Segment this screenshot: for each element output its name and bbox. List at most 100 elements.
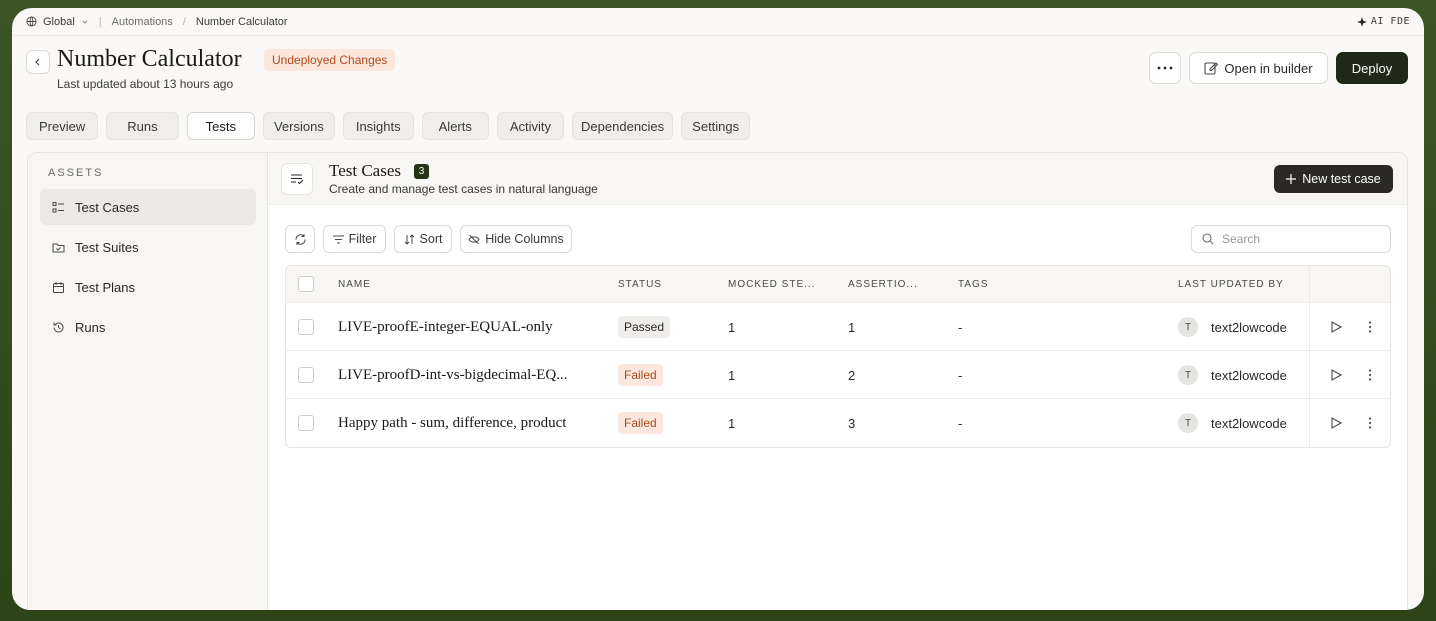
column-header-assertions[interactable]: ASSERTIO... bbox=[848, 279, 918, 290]
tab-dependencies[interactable]: Dependencies bbox=[572, 112, 674, 140]
table-row[interactable]: Happy path - sum, difference, product Fa… bbox=[286, 399, 1390, 447]
calendar-icon bbox=[53, 281, 64, 293]
tab-tests[interactable]: Tests bbox=[186, 112, 255, 140]
edit-icon bbox=[1204, 62, 1219, 75]
more-options-button[interactable] bbox=[1149, 52, 1181, 84]
tab-runs[interactable]: Runs bbox=[106, 112, 179, 140]
tab-insights[interactable]: Insights bbox=[342, 112, 414, 140]
column-header-status[interactable]: STATUS bbox=[618, 279, 662, 290]
assertions-cell: 3 bbox=[848, 415, 856, 431]
sparkle-icon bbox=[1356, 16, 1367, 27]
test-cases-header-icon bbox=[281, 163, 313, 195]
refresh-button[interactable] bbox=[285, 225, 315, 253]
open-builder-label: Open in builder bbox=[1224, 60, 1313, 76]
back-button[interactable] bbox=[26, 50, 50, 74]
more-vertical-icon bbox=[1368, 321, 1372, 333]
test-case-name[interactable]: LIVE-proofD-int-vs-bigdecimal-EQ... bbox=[338, 351, 598, 399]
plus-icon bbox=[1286, 174, 1297, 184]
row-actions bbox=[1309, 399, 1390, 447]
run-test-button[interactable] bbox=[1325, 316, 1347, 338]
search-input[interactable] bbox=[1222, 232, 1372, 246]
sidebar-item-test-cases[interactable]: Test Cases bbox=[40, 189, 256, 225]
row-menu-button[interactable] bbox=[1359, 364, 1381, 386]
column-header-name[interactable]: NAME bbox=[338, 279, 371, 290]
deploy-button[interactable]: Deploy bbox=[1336, 52, 1408, 84]
row-checkbox[interactable] bbox=[298, 399, 314, 447]
row-actions bbox=[1309, 303, 1390, 350]
sidebar-item-test-plans[interactable]: Test Plans bbox=[40, 269, 256, 305]
status-cell: Failed bbox=[618, 399, 663, 447]
row-actions bbox=[1309, 351, 1390, 398]
column-header-mocked-steps[interactable]: MOCKED STE... bbox=[728, 279, 815, 290]
breadcrumb-separator: | bbox=[98, 15, 102, 28]
app-window: Global | Automations / Number Calculator… bbox=[12, 8, 1424, 610]
row-menu-button[interactable] bbox=[1359, 316, 1381, 338]
user-name: text2lowcode bbox=[1211, 415, 1287, 431]
sidebar-item-runs[interactable]: Runs bbox=[40, 309, 256, 345]
tags-cell: - bbox=[958, 319, 963, 335]
status-badge: Failed bbox=[618, 412, 663, 434]
undeployed-badge: Undeployed Changes bbox=[264, 49, 396, 71]
tab-settings[interactable]: Settings bbox=[681, 112, 751, 140]
tab-activity[interactable]: Activity bbox=[496, 112, 565, 140]
status-badge: Passed bbox=[618, 316, 671, 338]
eye-off-icon bbox=[468, 234, 480, 244]
hide-columns-label: Hide Columns bbox=[485, 232, 564, 246]
mocked-steps-cell: 1 bbox=[728, 415, 736, 431]
test-case-name[interactable]: Happy path - sum, difference, product bbox=[338, 399, 603, 447]
mocked-steps-cell: 1 bbox=[728, 319, 736, 335]
mocked-steps-cell: 1 bbox=[728, 367, 736, 383]
table-toolbar: Filter Sort Hide Columns bbox=[285, 225, 1391, 253]
open-builder-button[interactable]: Open in builder bbox=[1189, 52, 1328, 84]
play-icon bbox=[1330, 417, 1342, 429]
select-all-checkbox[interactable] bbox=[298, 276, 314, 292]
play-icon bbox=[1330, 321, 1342, 333]
folder-check-icon bbox=[52, 243, 65, 252]
top-bar: Global | Automations / Number Calculator… bbox=[12, 8, 1424, 36]
sidebar-item-label: Test Plans bbox=[75, 279, 135, 295]
status-cell: Failed bbox=[618, 351, 663, 399]
history-icon bbox=[53, 321, 64, 332]
test-case-count-badge: 3 bbox=[414, 164, 429, 179]
tab-preview[interactable]: Preview bbox=[26, 112, 99, 140]
run-test-button[interactable] bbox=[1325, 412, 1347, 434]
status-cell: Passed bbox=[618, 303, 671, 351]
column-header-last-updated-by[interactable]: LAST UPDATED BY bbox=[1178, 279, 1284, 290]
table-row[interactable]: LIVE-proofD-int-vs-bigdecimal-EQ... Fail… bbox=[286, 351, 1390, 399]
workspace-selector[interactable]: Global bbox=[26, 16, 89, 28]
content-subtitle: Create and manage test cases in natural … bbox=[329, 182, 598, 196]
assertions-cell: 1 bbox=[848, 319, 856, 335]
test-case-name[interactable]: LIVE-proofE-integer-EQUAL-only bbox=[338, 303, 598, 351]
breadcrumb-automations[interactable]: Automations bbox=[112, 16, 173, 28]
tab-alerts[interactable]: Alerts bbox=[421, 112, 489, 140]
run-test-button[interactable] bbox=[1325, 364, 1347, 386]
row-menu-button[interactable] bbox=[1359, 412, 1381, 434]
avatar: T bbox=[1178, 413, 1198, 433]
hide-columns-button[interactable]: Hide Columns bbox=[460, 225, 572, 253]
status-badge: Failed bbox=[618, 364, 663, 386]
avatar: T bbox=[1178, 365, 1198, 385]
tab-versions[interactable]: Versions bbox=[262, 112, 335, 140]
ai-fde-label: AI FDE bbox=[1370, 16, 1410, 27]
row-checkbox[interactable] bbox=[298, 303, 314, 351]
chevron-left-icon bbox=[35, 58, 40, 66]
main-panel: ASSETS Test Cases Test Suites Test Plans… bbox=[27, 152, 1408, 610]
search-box[interactable] bbox=[1191, 225, 1391, 253]
ai-fde-button[interactable]: AI FDE bbox=[1356, 16, 1410, 27]
list-check-icon bbox=[52, 201, 64, 212]
test-cases-table: NAME STATUS MOCKED STE... ASSERTIO... TA… bbox=[285, 265, 1391, 448]
sidebar-item-test-suites[interactable]: Test Suites bbox=[40, 229, 256, 265]
table-row[interactable]: LIVE-proofE-integer-EQUAL-only Passed 1 … bbox=[286, 303, 1390, 351]
column-header-tags[interactable]: TAGS bbox=[958, 279, 988, 290]
row-checkbox[interactable] bbox=[298, 351, 314, 399]
sort-button[interactable]: Sort bbox=[394, 225, 452, 253]
tab-bar: Preview Runs Tests Versions Insights Ale… bbox=[26, 112, 751, 140]
new-test-case-label: New test case bbox=[1302, 172, 1381, 186]
last-updated-by-cell: T text2lowcode bbox=[1178, 399, 1287, 447]
filter-button[interactable]: Filter bbox=[323, 225, 386, 253]
filter-icon bbox=[332, 235, 344, 243]
chevron-down-icon bbox=[82, 20, 88, 24]
new-test-case-button[interactable]: New test case bbox=[1274, 165, 1393, 193]
workspace-label: Global bbox=[43, 15, 75, 28]
table-header: NAME STATUS MOCKED STE... ASSERTIO... TA… bbox=[286, 266, 1390, 303]
